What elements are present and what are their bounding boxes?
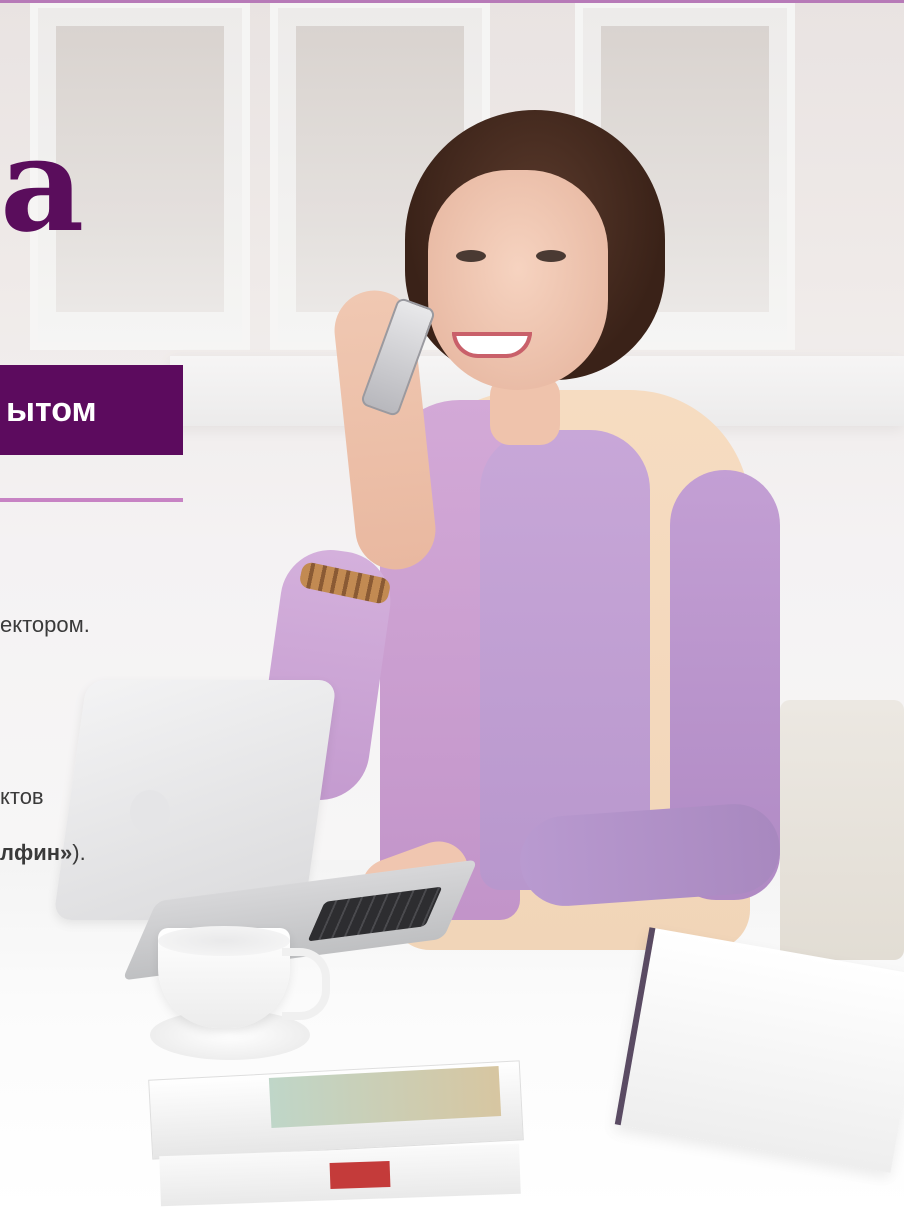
divider bbox=[0, 498, 183, 502]
heading-letter: a bbox=[0, 108, 85, 261]
forearm bbox=[517, 801, 783, 909]
chair bbox=[780, 700, 904, 960]
body-text-line: лфин»). bbox=[0, 840, 86, 866]
cup-rim bbox=[158, 926, 290, 956]
bold-text: лфин» bbox=[0, 840, 73, 865]
text-tail: ). bbox=[72, 840, 86, 865]
body-text-line: ектором. bbox=[0, 612, 90, 637]
face bbox=[428, 170, 608, 390]
apple-logo-icon bbox=[130, 790, 170, 834]
eye bbox=[536, 250, 566, 262]
body-text-line: ктов bbox=[0, 784, 44, 809]
hero-photo bbox=[0, 0, 904, 1212]
headline-banner: ытом bbox=[0, 365, 183, 455]
banner-text: ытом bbox=[6, 390, 97, 429]
book-stripe bbox=[329, 1160, 391, 1190]
woman-figure bbox=[250, 110, 904, 970]
cup-handle bbox=[282, 948, 330, 1020]
top-accent-line bbox=[0, 0, 904, 3]
eye bbox=[456, 250, 486, 262]
